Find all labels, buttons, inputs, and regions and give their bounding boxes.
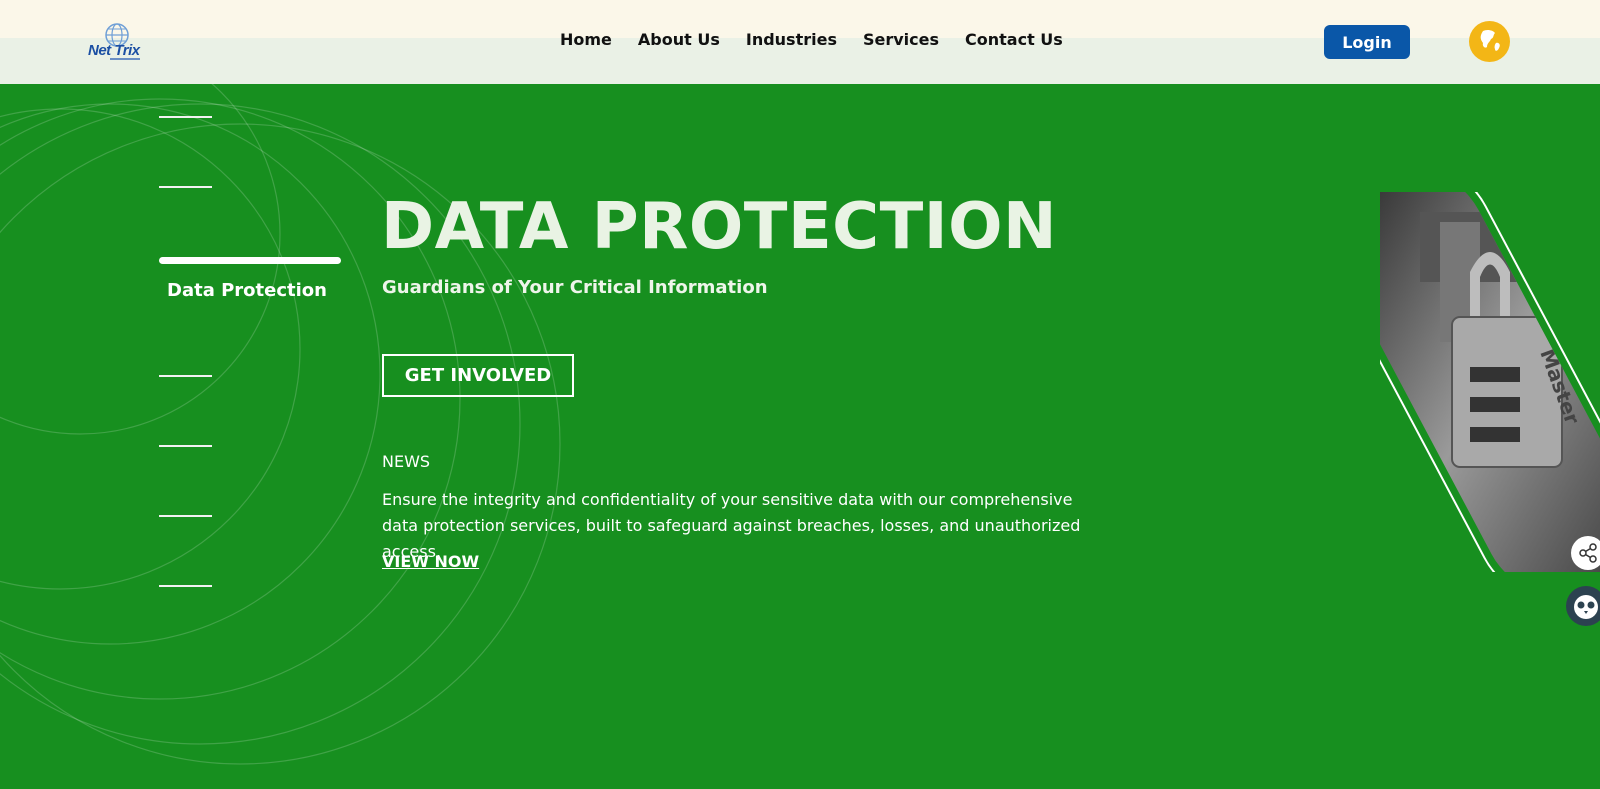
hero-section: Data Protection DATA PROTECTION Guardian…	[0, 84, 1600, 789]
slide-indicator[interactable]	[159, 375, 212, 377]
site-header: Net Trix Home About Us Industries Servic…	[0, 0, 1600, 84]
padlock-image: Master	[1380, 192, 1600, 572]
globe-icon	[1480, 29, 1500, 51]
assistant-button[interactable]	[1566, 586, 1600, 626]
share-icon	[1579, 543, 1597, 563]
slide-indicator[interactable]	[159, 186, 212, 188]
active-slide-label[interactable]: Data Protection	[167, 280, 327, 301]
share-button[interactable]	[1571, 536, 1600, 570]
get-involved-button[interactable]: GET INVOLVED	[382, 354, 574, 397]
slide-indicator[interactable]	[159, 116, 212, 118]
nav-home[interactable]: Home	[560, 30, 612, 49]
logo-text: Net Trix	[88, 42, 140, 59]
slide-indicator[interactable]	[159, 445, 212, 447]
hero-description: Ensure the integrity and confidentiality…	[382, 490, 1081, 561]
slide-indicator[interactable]	[159, 585, 212, 587]
nav-services[interactable]: Services	[863, 30, 939, 49]
active-slide-indicator[interactable]	[159, 257, 341, 264]
news-label: NEWS	[382, 452, 431, 471]
nav-industries[interactable]: Industries	[746, 30, 837, 49]
hero-title: DATA PROTECTION	[381, 190, 1058, 264]
owl-icon	[1574, 595, 1598, 619]
login-button[interactable]: Login	[1324, 25, 1410, 59]
main-nav: Home About Us Industries Services Contac…	[560, 30, 1063, 49]
nav-contact-us[interactable]: Contact Us	[965, 30, 1063, 49]
language-globe-button[interactable]	[1469, 21, 1510, 62]
view-now-link[interactable]: VIEW NOW	[382, 552, 479, 571]
nav-about-us[interactable]: About Us	[638, 30, 720, 49]
hero-subtitle: Guardians of Your Critical Information	[382, 277, 768, 298]
logo[interactable]: Net Trix	[86, 22, 156, 62]
logo-tagline-line	[110, 58, 140, 60]
slide-indicator[interactable]	[159, 515, 212, 517]
